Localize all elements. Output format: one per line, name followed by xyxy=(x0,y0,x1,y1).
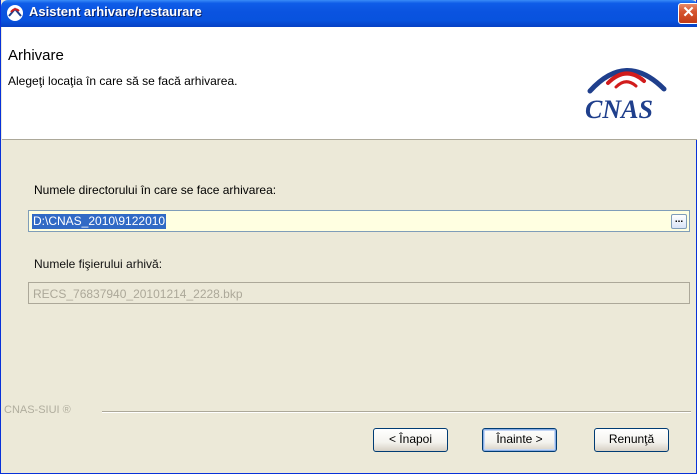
footer-brand: CNAS-SIUI ® xyxy=(4,404,71,416)
close-icon: ✕ xyxy=(682,4,695,21)
ellipsis-icon: ... xyxy=(674,214,684,225)
filename-value: RECS_76837940_20101214_2228.bkp xyxy=(33,287,243,301)
wizard-header: Arhivare Alegeţi locaţia în care să se f… xyxy=(2,27,697,140)
close-button[interactable]: ✕ xyxy=(678,3,697,24)
page-subtitle: Alegeţi locaţia în care să se facă arhiv… xyxy=(8,74,238,88)
next-button[interactable]: Înainte > xyxy=(482,428,557,452)
filename-label: Numele fişierului arhivă: xyxy=(34,257,163,271)
directory-label: Numele directorului în care se face arhi… xyxy=(34,183,277,197)
filename-input: RECS_76837940_20101214_2228.bkp xyxy=(28,282,690,304)
cancel-button[interactable]: Renunţă xyxy=(594,428,669,452)
footer-divider xyxy=(102,411,691,413)
directory-input[interactable]: D:\CNAS_2010\9122010 ... xyxy=(28,210,690,232)
browse-button[interactable]: ... xyxy=(671,214,687,229)
window-title: Asistent arhivare/restaurare xyxy=(29,4,202,19)
wizard-window: Asistent arhivare/restaurare ✕ Arhivare … xyxy=(0,0,697,474)
back-button[interactable]: < Înapoi xyxy=(373,428,448,452)
title-bar[interactable]: Asistent arhivare/restaurare ✕ xyxy=(1,0,697,27)
logo-text: CNAS xyxy=(585,95,653,124)
directory-value: D:\CNAS_2010\9122010 xyxy=(32,214,167,229)
cnas-app-icon xyxy=(7,5,23,21)
page-title: Arhivare xyxy=(8,47,64,64)
